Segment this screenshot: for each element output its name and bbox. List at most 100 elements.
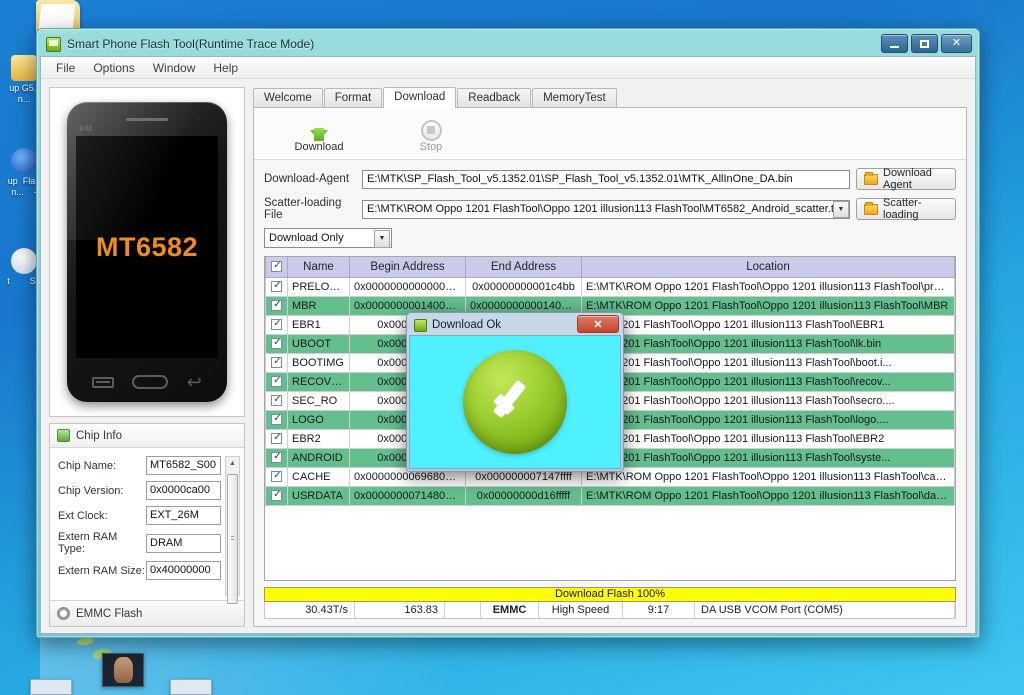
column-header-location[interactable]: Location xyxy=(581,257,955,278)
download-arrow-wrap xyxy=(288,115,350,141)
stop-button[interactable]: Stop xyxy=(400,115,462,153)
phone-menu-key-icon xyxy=(92,376,115,388)
app-icon xyxy=(46,36,61,52)
tab-memorytest[interactable]: MemoryTest xyxy=(532,88,617,108)
chip-row-chip-name: Chip Name: MT6582_S00 xyxy=(58,456,221,475)
desktop-thumbnail[interactable] xyxy=(102,653,144,687)
tab-readback[interactable]: Readback xyxy=(457,88,532,108)
row-checkbox-cell[interactable] xyxy=(265,371,288,392)
row-checkbox-cell[interactable] xyxy=(265,485,288,506)
row-checkbox-cell[interactable] xyxy=(265,352,288,373)
chevron-down-icon[interactable]: ▼ xyxy=(833,200,849,218)
chip-value-extern-ram-type[interactable]: DRAM xyxy=(146,533,221,553)
menu-item-window[interactable]: Window xyxy=(144,59,205,77)
column-header-end-address[interactable]: End Address xyxy=(465,257,582,278)
table-row[interactable]: PRELOADER0x00000000000000000x00000000001… xyxy=(265,276,955,297)
row-checkbox-cell[interactable] xyxy=(265,314,288,335)
row-checkbox-cell[interactable] xyxy=(265,295,288,316)
scatter-file-input[interactable]: E:\MTK\ROM Oppo 1201 FlashTool\Oppo 1201… xyxy=(362,199,850,219)
row-checkbox-cell[interactable] xyxy=(265,447,288,468)
row-checkbox[interactable] xyxy=(271,488,283,502)
status-cell-5: 9:17 xyxy=(623,602,695,618)
scatter-loading-browse-button[interactable]: Scatter-loading xyxy=(856,197,956,221)
row-checkbox[interactable] xyxy=(271,450,283,464)
table-row[interactable]: USRDATA0x00000000714800000x00000000d16ff… xyxy=(265,485,955,506)
row-checkbox-cell[interactable] xyxy=(265,276,288,297)
row-checkbox[interactable] xyxy=(271,412,283,426)
window-titlebar[interactable]: Smart Phone Flash Tool(Runtime Trace Mod… xyxy=(40,32,976,56)
cell-name: USRDATA xyxy=(287,485,350,506)
column-header-name[interactable]: Name xyxy=(287,257,350,278)
row-checkbox[interactable] xyxy=(271,374,283,388)
dialog-titlebar[interactable]: Download Ok ✕ xyxy=(409,315,621,335)
cell-name: CACHE xyxy=(287,466,350,487)
row-checkbox-cell[interactable] xyxy=(265,333,288,354)
tab-format[interactable]: Format xyxy=(323,88,383,108)
row-checkbox[interactable] xyxy=(271,393,283,407)
emmc-flash-header[interactable]: EMMC Flash xyxy=(50,600,244,626)
folder-icon xyxy=(864,171,878,185)
table-head: Name Begin Address End Address Location xyxy=(265,257,955,278)
cell-location: Oppo 1201 FlashTool\Oppo 1201 illusion11… xyxy=(581,371,955,392)
chip-row-extern-ram-size: Extern RAM Size: 0x40000000 xyxy=(58,561,221,580)
scatter-file-combo[interactable]: E:\MTK\ROM Oppo 1201 FlashTool\Oppo 1201… xyxy=(362,199,850,219)
desktop-small-card-2[interactable] xyxy=(170,679,212,695)
download-agent-browse-button[interactable]: Download Agent xyxy=(856,167,956,191)
chip-label-extern-ram-size: Extern RAM Size: xyxy=(58,564,145,577)
cell-location: E:\MTK\ROM Oppo 1201 FlashTool\Oppo 1201… xyxy=(581,485,955,506)
maximize-button[interactable] xyxy=(911,34,938,53)
tab-strip: Welcome Format Download Readback MemoryT… xyxy=(253,87,967,108)
download-button-label: Download xyxy=(294,140,344,153)
row-checkbox[interactable] xyxy=(271,317,283,331)
row-checkbox[interactable] xyxy=(271,431,283,445)
select-all-header[interactable] xyxy=(265,257,288,278)
row-checkbox-cell[interactable] xyxy=(265,428,288,449)
desktop-icon-label: up G5.. n... xyxy=(9,83,39,104)
dialog-close-button[interactable]: ✕ xyxy=(577,315,619,333)
chip-value-chip-name[interactable]: MT6582_S00 xyxy=(146,456,221,475)
menu-item-options[interactable]: Options xyxy=(84,59,143,77)
row-checkbox-cell[interactable] xyxy=(265,390,288,411)
chip-info-scrollbar[interactable]: ▲ ▼ xyxy=(225,456,240,604)
cell-begin-address: 0x0000000000000000 xyxy=(349,276,466,297)
menu-item-help[interactable]: Help xyxy=(204,59,247,77)
row-checkbox[interactable] xyxy=(271,298,283,312)
menu-item-file[interactable]: File xyxy=(47,59,84,77)
cell-location: Oppo 1201 FlashTool\Oppo 1201 illusion11… xyxy=(581,428,955,449)
row-checkbox[interactable] xyxy=(271,279,283,293)
download-ok-dialog[interactable]: Download Ok ✕ xyxy=(406,312,624,472)
desktop-small-card-1[interactable] xyxy=(30,679,72,695)
tab-download[interactable]: Download xyxy=(383,87,457,108)
download-agent-input[interactable]: E:\MTK\SP_Flash_Tool_v5.1352.01\SP_Flash… xyxy=(362,169,850,189)
chip-value-chip-version[interactable]: 0x0000ca00 xyxy=(146,481,221,500)
desktop-icon-glyph xyxy=(11,248,37,274)
table-header-row: Name Begin Address End Address Location xyxy=(265,257,955,278)
cell-name: LOGO xyxy=(287,409,350,430)
row-checkbox-cell[interactable] xyxy=(265,466,288,487)
cell-location: E:\MTK\ROM Oppo 1201 FlashTool\Oppo 1201… xyxy=(581,466,955,487)
download-button[interactable]: Download xyxy=(288,115,350,153)
row-checkbox-cell[interactable] xyxy=(265,409,288,430)
row-checkbox[interactable] xyxy=(271,336,283,350)
download-mode-value: Download Only xyxy=(269,232,344,244)
chip-value-extern-ram-size[interactable]: 0x40000000 xyxy=(146,561,221,580)
download-mode-select[interactable]: Download Only ▼ xyxy=(264,228,392,248)
scrollbar-thumb[interactable] xyxy=(227,474,238,604)
scrollbar-track[interactable] xyxy=(226,470,239,604)
chip-value-ext-clock[interactable]: EXT_26M xyxy=(146,506,221,525)
scroll-up-arrow-icon[interactable]: ▲ xyxy=(229,457,236,470)
maximize-icon xyxy=(920,39,929,48)
tab-welcome[interactable]: Welcome xyxy=(253,88,323,108)
column-header-begin-address[interactable]: Begin Address xyxy=(349,257,466,278)
cell-location: Oppo 1201 FlashTool\Oppo 1201 illusion11… xyxy=(581,352,955,373)
select-all-checkbox[interactable] xyxy=(271,259,283,273)
row-checkbox[interactable] xyxy=(271,355,283,369)
row-checkbox[interactable] xyxy=(271,469,283,483)
chip-info-header[interactable]: Chip Info xyxy=(50,424,244,448)
window-title: Smart Phone Flash Tool(Runtime Trace Mod… xyxy=(67,37,315,51)
cell-name: PRELOADER xyxy=(287,276,350,297)
minimize-button[interactable] xyxy=(881,34,908,53)
chevron-down-icon[interactable]: ▼ xyxy=(374,230,390,248)
close-button[interactable]: ✕ xyxy=(941,34,972,53)
left-panel: BM MT6582 ↩ Chip Info Chip Name: MT6582_… xyxy=(49,87,245,627)
